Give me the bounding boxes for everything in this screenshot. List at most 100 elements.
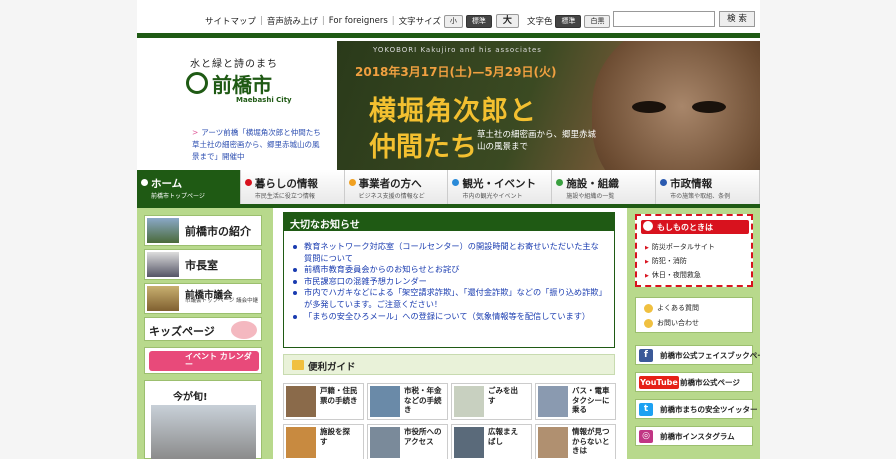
faq-box: よくある質問 お問い合わせ — [635, 297, 753, 333]
event-calendar-link[interactable]: イベント カレンダー — [144, 347, 262, 374]
guide-tile[interactable]: ごみを出す — [451, 383, 532, 420]
faq-link[interactable]: よくある質問 — [644, 303, 699, 313]
nav-facilities[interactable]: 施設・組織 施設や組織の一覧 — [552, 170, 657, 204]
nav-subtitle: 前橋市トップページ — [151, 193, 205, 200]
nav-dot-icon — [556, 179, 564, 186]
mayor-link[interactable]: 市長室 — [144, 249, 262, 280]
sitemap-link[interactable]: サイトマップ — [205, 15, 256, 27]
notice-list: 教育ネットワーク対応室（コールセンター）の開設時間とお寄せいただいた主な質問につ… — [284, 231, 614, 322]
kids-page-link[interactable]: キッズページ — [144, 317, 262, 341]
notice-item[interactable]: 教育ネットワーク対応室（コールセンター）の開設時間とお寄せいただいた主な質問につ… — [293, 241, 606, 264]
arrow-icon: > — [192, 128, 199, 137]
banner-description: 草土社の細密画から、郷里赤城山の風景まで — [477, 130, 597, 152]
banner-date: 2018年3月17日(土)—5月29日(火) — [355, 65, 557, 79]
font-small-button[interactable]: 小 — [443, 14, 463, 28]
nav-living[interactable]: 暮らしの情報 市民生活に役立つ情報 — [240, 170, 345, 204]
event-banner: イベント カレンダー — [149, 351, 259, 371]
link-sublabel: 市議会トップページ 議会中継 — [185, 298, 259, 304]
important-heading: 大切なお知らせ — [284, 213, 614, 231]
portrait-eye — [692, 101, 726, 113]
nav-title: ホーム — [151, 178, 183, 190]
social-label: 前橋市公式フェイスブックページ — [660, 351, 760, 360]
nav-subtitle: 市の施策や取組、条例 — [670, 193, 731, 200]
banner-title: 横堀角次郎と — [369, 96, 537, 127]
guide-tile[interactable]: 市役所へのアクセス — [367, 424, 448, 459]
search-input[interactable] — [613, 11, 715, 27]
color-standard-button[interactable]: 標準 — [555, 14, 582, 28]
link-label: 市長室 — [185, 259, 218, 272]
search-button[interactable]: 検 索 — [719, 11, 755, 27]
contact-link[interactable]: お問い合わせ — [644, 318, 699, 328]
divider: | — [391, 16, 395, 26]
font-size-label: 文字サイズ — [398, 17, 441, 27]
nav-business[interactable]: 事業者の方へ ビジネス支援の情報など — [344, 170, 449, 204]
logo[interactable]: 水と緑と詩のまち 前橋市 Maebashi City > アーツ前橋「横堀角次郎と… — [150, 41, 328, 166]
youtube-link[interactable]: YouTube 前橋市公式ページ — [635, 372, 753, 392]
council-photo — [147, 286, 179, 311]
link-label: キッズページ — [149, 325, 215, 338]
tile-label: 市役所へのアクセス — [404, 427, 442, 446]
notice-text: アーツ前橋「横堀角次郎と仲間たち 草土社の細密画から、郷里赤城山の風景まで」開催… — [192, 128, 329, 161]
nav-title: 事業者の方へ — [358, 178, 422, 190]
nav-subtitle: 市民生活に役立つ情報 — [254, 193, 315, 200]
seasonal-box[interactable]: 今が旬! — [144, 380, 262, 459]
emergency-link[interactable]: 防犯・消防 — [645, 256, 687, 266]
seasonal-photo — [151, 405, 256, 459]
font-large-button[interactable]: 大 — [495, 14, 519, 28]
banner-title: 仲間たち — [369, 132, 477, 163]
guide-tile[interactable]: 情報が見つからないときは — [535, 424, 616, 459]
tile-image — [538, 386, 568, 417]
notice-item[interactable]: 「まちの安全ひろメール」への登録について（気象情報等を配信しています） — [293, 311, 606, 323]
color-bw-button[interactable]: 白黒 — [584, 14, 611, 28]
instagram-link[interactable]: ◎ 前橋市インスタグラム — [635, 426, 753, 446]
twitter-link[interactable]: t 前橋市まちの安全ツイッター — [635, 399, 758, 419]
social-label: 前橋市インスタグラム — [660, 432, 735, 441]
guide-tile[interactable]: 市税・年金などの手続き — [367, 383, 448, 420]
nav-dot-icon — [244, 179, 252, 186]
guide-tile[interactable]: バス・電車タクシーに乗る — [535, 383, 616, 420]
logo-tagline: 水と緑と詩のまち — [190, 59, 278, 70]
tile-image — [286, 427, 316, 458]
nav-dot-icon — [660, 179, 668, 186]
faq-label: よくある質問 — [657, 304, 699, 312]
nav-subtitle: 市内の観光やイベント — [462, 193, 523, 200]
guide-tile[interactable]: 施設を探す — [283, 424, 364, 459]
tile-label: 広報まえばし — [488, 427, 518, 446]
global-nav: ホーム前橋市トップページ 暮らしの情報 市民生活に役立つ情報 事業者の方へ ビジネス… — [137, 170, 760, 204]
banner-subtitle: YOKOBORI Kakujiro and his associates — [373, 46, 542, 54]
faq-label: お問い合わせ — [657, 319, 699, 327]
color-label: 文字色 — [526, 17, 553, 27]
logo-name: 前橋市 — [212, 73, 272, 97]
portrait-eye — [632, 101, 666, 113]
guide-tile[interactable]: 広報まえばし — [451, 424, 532, 459]
guide-tile[interactable]: 戸籍・住民票の手続き — [283, 383, 364, 420]
nav-city-policy[interactable]: 市政情報 市の施策や取組、条例 — [656, 170, 760, 204]
hero-banner[interactable]: YOKOBORI Kakujiro and his associates 201… — [337, 41, 760, 170]
notice-item[interactable]: 市内でハガキなどによる「架空請求詐欺」、「還付金詐欺」などの「振り込め詐欺」が多… — [293, 287, 606, 310]
nav-dot-icon — [452, 179, 460, 186]
emergency-link[interactable]: 休日・夜間救急 — [645, 270, 701, 280]
nav-title: 施設・組織 — [566, 178, 619, 190]
utility-bar: サイトマップ | 音声読み上げ | For foreigners | 文字サイズ… — [137, 0, 760, 36]
emergency-link[interactable]: 防災ポータルサイト — [645, 242, 715, 252]
nav-home[interactable]: ホーム前橋市トップページ — [137, 170, 241, 204]
logo-mark-icon — [186, 72, 208, 94]
facebook-link[interactable]: f 前橋市公式フェイスブックページ — [635, 345, 760, 365]
emergency-heading: もしものときは — [641, 220, 749, 234]
question-icon — [644, 303, 653, 313]
council-link[interactable]: 前橋市議会 市議会トップページ 議会中継 — [144, 283, 262, 314]
read-aloud-link[interactable]: 音声読み上げ — [267, 15, 318, 27]
notice-item[interactable]: 市民課窓口の混雑予想カレンダー — [293, 276, 606, 288]
nav-tourism[interactable]: 観光・イベント市内の観光やイベント — [448, 170, 553, 204]
social-label: 前橋市公式ページ — [680, 378, 740, 387]
folder-icon — [292, 360, 304, 370]
nav-title: 観光・イベント — [462, 178, 536, 190]
notice-link[interactable]: > アーツ前橋「横堀角次郎と仲間たち 草土社の細密画から、郷里赤城山の風景まで」開… — [192, 127, 328, 163]
foreigners-link[interactable]: For foreigners — [329, 16, 388, 26]
notice-item[interactable]: 前橋市教育委員会からのお知らせとお詫び — [293, 264, 606, 276]
tile-label: バス・電車タクシーに乗る — [572, 386, 610, 414]
tile-image — [370, 427, 400, 458]
city-intro-link[interactable]: 前橋市の紹介 — [144, 215, 262, 246]
font-standard-button[interactable]: 標準 — [465, 14, 492, 28]
header-divider — [137, 33, 760, 38]
